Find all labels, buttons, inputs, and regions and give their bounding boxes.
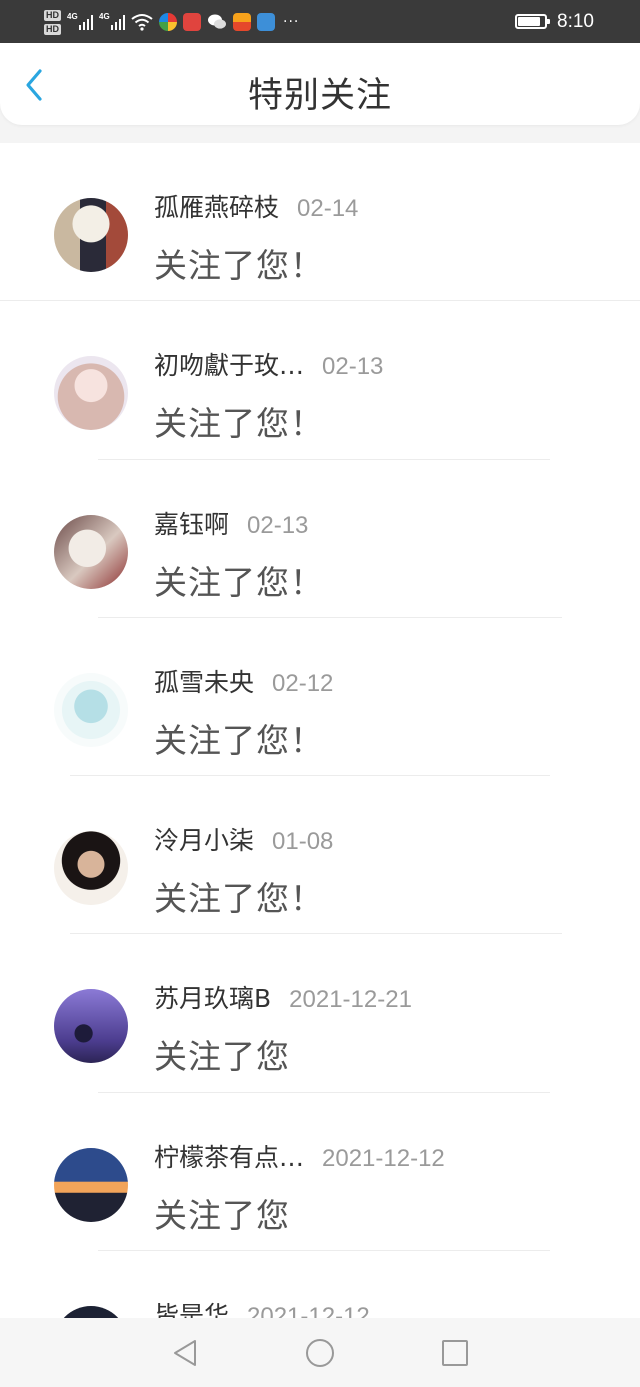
notification-message: 关注了您！ (154, 879, 324, 919)
user-name[interactable]: 苏月玖璃B (154, 979, 271, 1015)
system-nav-bar (0, 1318, 640, 1387)
notification-row[interactable]: 嘉钰啊 02-13 关注了您！ (0, 460, 640, 618)
notification-date: 2021-12-21 (289, 986, 412, 1014)
notification-date: 02-12 (272, 669, 334, 697)
notification-date: 02-14 (297, 195, 359, 222)
header: 特别关注 (0, 43, 640, 143)
battery-icon (515, 14, 551, 29)
avatar[interactable] (54, 672, 128, 747)
hd-badge: HD (44, 9, 61, 21)
notification-date: 01-08 (272, 828, 334, 856)
user-name[interactable]: 嘉钰啊 (154, 505, 229, 541)
user-name[interactable]: 孤雪未央 (154, 663, 254, 699)
user-name[interactable]: 泠月小柒 (154, 821, 254, 857)
avatar[interactable] (54, 831, 128, 906)
weather-app-icon (257, 13, 275, 31)
name-line: 泠月小柒 01-08 (154, 821, 333, 857)
notification-row[interactable]: 孤雁燕碎枝 02-14 关注了您！ (0, 143, 640, 302)
notification-row[interactable]: 柠檬茶有点… 2021-12-12 关注了您 (0, 1093, 640, 1252)
notification-date: 02-13 (322, 353, 384, 381)
name-line: 苏月玖璃B 2021-12-21 (154, 979, 412, 1015)
avatar[interactable] (54, 989, 128, 1064)
nav-home-button[interactable] (300, 1333, 340, 1373)
notification-message: 关注了您！ (154, 562, 324, 602)
wifi-icon (131, 14, 153, 31)
notification-date: 2021-12-12 (322, 1144, 445, 1172)
square-recents-icon (442, 1339, 468, 1366)
browser-app-icon (159, 13, 177, 31)
avatar[interactable] (54, 514, 128, 589)
cellular-signal-icon: 4G (99, 12, 125, 30)
notification-message: 关注了您！ (154, 720, 324, 760)
cellular-signal-icon: 4G (67, 12, 93, 30)
notification-list: 孤雁燕碎枝 02-14 关注了您！ 初吻獻于玫… 02-13 关注了您！ 嘉钰啊 02-13 关… (0, 143, 640, 1387)
user-name[interactable]: 柠檬茶有点… (154, 1138, 304, 1174)
status-time: 8:10 (557, 10, 594, 32)
status-bar: HD HD 4G 4G ··· 8:10 (0, 0, 640, 43)
nav-back-button[interactable] (165, 1333, 205, 1373)
user-name[interactable]: 初吻獻于玫… (154, 346, 304, 382)
notification-row[interactable]: 泠月小柒 01-08 关注了您！ (0, 776, 640, 935)
user-name[interactable]: 孤雁燕碎枝 (154, 188, 279, 224)
avatar[interactable] (54, 356, 128, 431)
hd-badge: HD (44, 23, 61, 35)
status-icons: HD HD 4G 4G ··· (44, 4, 299, 40)
store-app-icon (233, 13, 251, 31)
avatar[interactable] (54, 198, 128, 272)
triangle-back-icon (174, 1339, 196, 1366)
huawei-app-icon (183, 13, 201, 31)
notification-row[interactable]: 苏月玖璃B 2021-12-21 关注了您 (0, 934, 640, 1093)
notification-message: 关注了您！ (154, 404, 324, 444)
notification-message: 关注了您 (154, 1195, 290, 1235)
more-notifications-icon: ··· (283, 14, 300, 30)
name-line: 柠檬茶有点… 2021-12-12 (154, 1138, 445, 1174)
notification-message: 关注了您 (154, 1037, 290, 1077)
circle-home-icon (306, 1338, 334, 1367)
notification-date: 02-13 (247, 511, 309, 539)
name-line: 孤雁燕碎枝 02-14 (154, 188, 358, 224)
avatar[interactable] (54, 1147, 128, 1222)
notification-row[interactable]: 初吻獻于玫… 02-13 关注了您！ (0, 301, 640, 460)
page-title: 特别关注 (247, 76, 392, 116)
notification-row[interactable]: 孤雪未央 02-12 关注了您！ (0, 618, 640, 777)
header-card: 特别关注 (0, 43, 640, 125)
nav-recents-button[interactable] (435, 1333, 475, 1373)
name-line: 嘉钰啊 02-13 (154, 505, 308, 541)
notification-message: 关注了您！ (154, 246, 324, 285)
name-line: 孤雪未央 02-12 (154, 663, 333, 699)
battery-fill (518, 17, 541, 26)
name-line: 初吻獻于玫… 02-13 (154, 346, 383, 382)
wechat-icon (208, 14, 226, 29)
